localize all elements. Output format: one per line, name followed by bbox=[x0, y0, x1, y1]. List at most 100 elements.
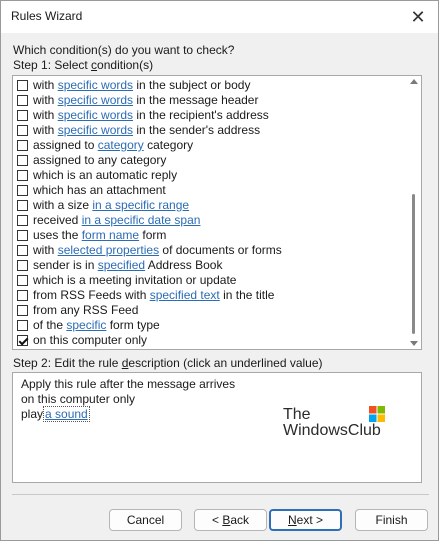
windows-logo-icon bbox=[369, 406, 385, 422]
condition-row[interactable]: from any RSS Feed bbox=[13, 303, 406, 318]
description-line: Apply this rule after the message arrive… bbox=[21, 377, 236, 391]
condition-value-link[interactable]: selected properties bbox=[58, 243, 159, 257]
condition-checkbox[interactable] bbox=[17, 230, 28, 241]
condition-text: of documents or forms bbox=[159, 243, 282, 257]
condition-text: with a size bbox=[33, 198, 93, 212]
condition-value-link[interactable]: specified bbox=[98, 258, 145, 272]
condition-text: assigned to bbox=[33, 138, 98, 152]
condition-text: from RSS Feeds with bbox=[33, 288, 150, 302]
condition-checkbox[interactable] bbox=[17, 335, 28, 346]
condition-text: from any RSS Feed bbox=[33, 303, 139, 317]
description-line: on this computer only bbox=[21, 392, 136, 406]
condition-value-link[interactable]: category bbox=[98, 138, 144, 152]
next-button[interactable]: Next > bbox=[269, 509, 342, 531]
condition-text: form bbox=[139, 228, 167, 242]
question-label: Which condition(s) do you want to check? bbox=[13, 43, 235, 57]
condition-checkbox[interactable] bbox=[17, 110, 28, 121]
condition-checkbox[interactable] bbox=[17, 170, 28, 181]
close-icon[interactable]: ✕ bbox=[404, 3, 432, 31]
condition-row[interactable]: with specific words in the sender's addr… bbox=[13, 123, 406, 138]
condition-value-link[interactable]: in a specific range bbox=[92, 198, 189, 212]
condition-row[interactable]: with specific words in the subject or bo… bbox=[13, 78, 406, 93]
a-sound-link[interactable]: a sound bbox=[43, 406, 90, 422]
separator bbox=[12, 494, 429, 495]
condition-checkbox[interactable] bbox=[17, 155, 28, 166]
condition-checkbox[interactable] bbox=[17, 125, 28, 136]
scroll-up-arrow-icon[interactable] bbox=[410, 79, 418, 84]
rule-description-box: Apply this rule after the message arrive… bbox=[12, 372, 422, 483]
condition-value-link[interactable]: specified text bbox=[150, 288, 220, 302]
condition-checkbox[interactable] bbox=[17, 95, 28, 106]
condition-text: Address Book bbox=[145, 258, 223, 272]
condition-row[interactable]: which has an attachment bbox=[13, 183, 406, 198]
conditions-list[interactable]: with specific words in the subject or bo… bbox=[12, 75, 422, 350]
step2-label: Step 2: Edit the rule description (click… bbox=[13, 356, 323, 370]
condition-value-link[interactable]: form name bbox=[82, 228, 139, 242]
condition-text: which is a meeting invitation or update bbox=[33, 273, 237, 287]
condition-row[interactable]: with specific words in the recipient's a… bbox=[13, 108, 406, 123]
condition-checkbox[interactable] bbox=[17, 215, 28, 226]
condition-value-link[interactable]: specific bbox=[66, 318, 106, 332]
condition-text: with bbox=[33, 93, 58, 107]
watermark-line: The bbox=[283, 406, 311, 423]
cancel-button[interactable]: Cancel bbox=[109, 509, 182, 531]
condition-text: form type bbox=[106, 318, 160, 332]
condition-text: in the sender's address bbox=[133, 123, 261, 137]
condition-text: in the title bbox=[219, 288, 275, 302]
condition-text: assigned to any category bbox=[33, 153, 167, 167]
watermark: The WindowsClub bbox=[283, 407, 381, 439]
condition-value-link[interactable]: specific words bbox=[58, 108, 133, 122]
condition-row[interactable]: sender is in specified Address Book bbox=[13, 258, 406, 273]
condition-text: uses the bbox=[33, 228, 82, 242]
condition-row[interactable]: uses the form name form bbox=[13, 228, 406, 243]
condition-checkbox[interactable] bbox=[17, 260, 28, 271]
condition-checkbox[interactable] bbox=[17, 320, 28, 331]
condition-checkbox[interactable] bbox=[17, 245, 28, 256]
window-title: Rules Wizard bbox=[11, 9, 83, 23]
condition-text: in the recipient's address bbox=[133, 108, 269, 122]
condition-row[interactable]: with specific words in the message heade… bbox=[13, 93, 406, 108]
condition-text: sender is in bbox=[33, 258, 98, 272]
step1-label: Step 1: Select condition(s) bbox=[13, 58, 154, 72]
rules-wizard-window: Rules Wizard ✕ Which condition(s) do you… bbox=[0, 0, 439, 541]
condition-row[interactable]: from RSS Feeds with specified text in th… bbox=[13, 288, 406, 303]
back-button[interactable]: < Back bbox=[194, 509, 267, 531]
condition-text: received bbox=[33, 213, 82, 227]
condition-text: category bbox=[143, 138, 194, 152]
condition-checkbox[interactable] bbox=[17, 185, 28, 196]
condition-text: with bbox=[33, 78, 58, 92]
condition-row[interactable]: on this computer only bbox=[13, 333, 406, 348]
condition-row[interactable]: assigned to any category bbox=[13, 153, 406, 168]
condition-text: with bbox=[33, 108, 58, 122]
condition-checkbox[interactable] bbox=[17, 290, 28, 301]
scroll-down-arrow-icon[interactable] bbox=[410, 341, 418, 346]
condition-checkbox[interactable] bbox=[17, 200, 28, 211]
condition-text: in the message header bbox=[133, 93, 259, 107]
condition-value-link[interactable]: specific words bbox=[58, 123, 133, 137]
conditions-scrollbar[interactable] bbox=[406, 76, 421, 349]
title-bar: Rules Wizard ✕ bbox=[1, 1, 438, 33]
condition-text: with bbox=[33, 243, 58, 257]
condition-checkbox[interactable] bbox=[17, 140, 28, 151]
finish-button[interactable]: Finish bbox=[355, 509, 428, 531]
condition-row[interactable]: received in a specific date span bbox=[13, 213, 406, 228]
condition-text: with bbox=[33, 123, 58, 137]
condition-text: which has an attachment bbox=[33, 183, 166, 197]
condition-row[interactable]: which is a meeting invitation or update bbox=[13, 273, 406, 288]
condition-checkbox[interactable] bbox=[17, 305, 28, 316]
condition-row[interactable]: which is an automatic reply bbox=[13, 168, 406, 183]
scroll-thumb[interactable] bbox=[412, 194, 415, 334]
condition-row[interactable]: with selected properties of documents or… bbox=[13, 243, 406, 258]
condition-row[interactable]: assigned to category category bbox=[13, 138, 406, 153]
condition-row[interactable]: with a size in a specific range bbox=[13, 198, 406, 213]
condition-row[interactable]: of the specific form type bbox=[13, 318, 406, 333]
condition-value-link[interactable]: in a specific date span bbox=[82, 213, 201, 227]
watermark-line: WindowsClub bbox=[283, 422, 381, 439]
description-line: play a sound bbox=[21, 406, 90, 422]
condition-checkbox[interactable] bbox=[17, 80, 28, 91]
condition-value-link[interactable]: specific words bbox=[58, 93, 133, 107]
condition-value-link[interactable]: specific words bbox=[58, 78, 133, 92]
condition-text: in the subject or body bbox=[133, 78, 251, 92]
condition-checkbox[interactable] bbox=[17, 275, 28, 286]
condition-text: which is an automatic reply bbox=[33, 168, 178, 182]
